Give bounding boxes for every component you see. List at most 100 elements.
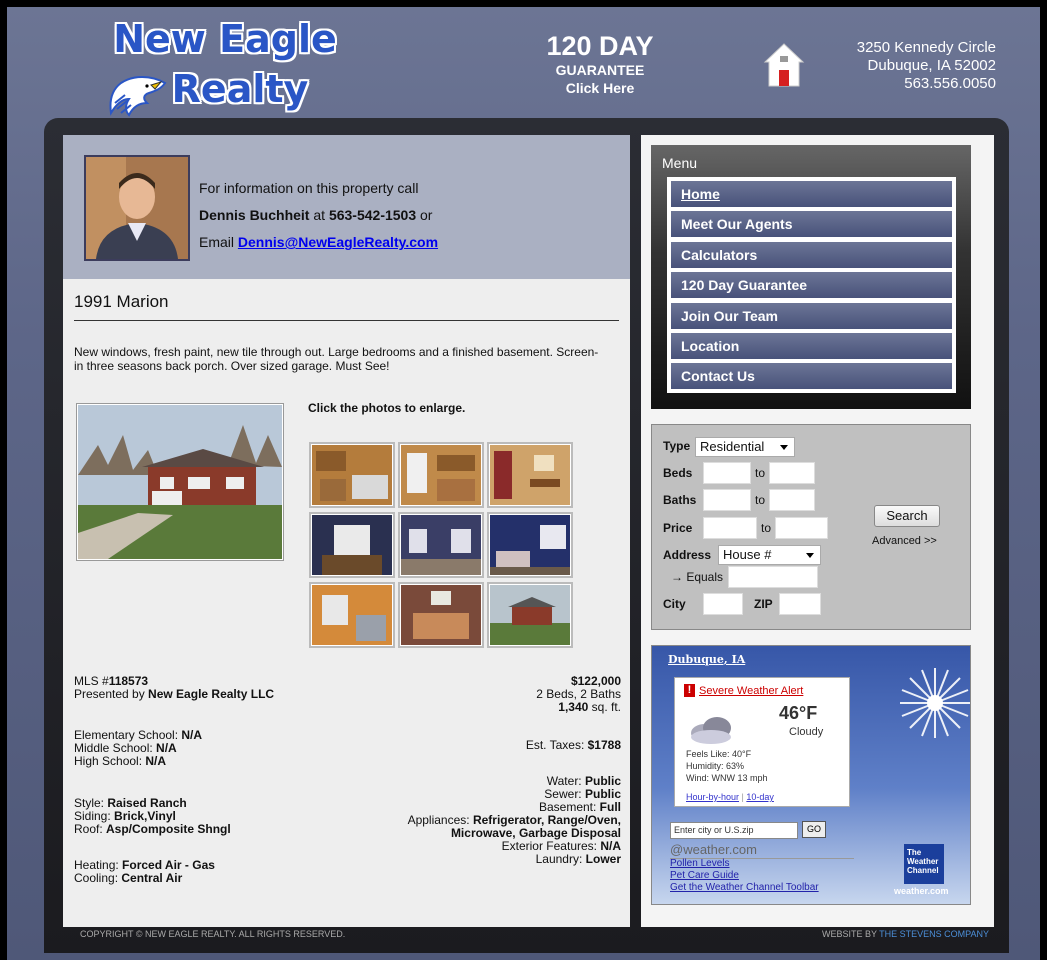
equals-label: → Equals [671,570,724,584]
guarantee-days: 120 DAY [546,31,654,61]
menu-item-label: Meet Our Agents [681,216,793,233]
pollen-link[interactable]: Pollen Levels [670,858,819,870]
elem-school: N/A [181,728,203,742]
address-equals-input[interactable] [728,566,818,588]
thumb-dining[interactable] [487,442,573,508]
agent-contact-box: For information on this property call De… [63,135,630,279]
details-left: MLS #118573 Presented by New Eagle Realt… [74,675,374,885]
logo-text-line2: Realty [171,67,309,111]
chevron-down-icon [806,553,814,558]
menu-item-meet-agents[interactable]: Meet Our Agents [671,211,952,238]
thumb-kitchen-2[interactable] [398,442,484,508]
baths-to: to [755,493,766,507]
office-address: 3250 Kennedy Circle Dubuque, IA 52002 56… [857,39,996,93]
photo-note: Click the photos to enlarge. [308,401,466,415]
thumb-living-3[interactable] [487,512,573,578]
guarantee-cta[interactable]: Click Here [515,79,685,97]
high-school: N/A [145,754,167,768]
menu-item-join-team[interactable]: Join Our Team [671,302,952,329]
thumb-exterior[interactable] [487,582,573,648]
pet-care-link[interactable]: Pet Care Guide [670,870,819,882]
high-label: High School: [74,754,146,768]
menu-item-location[interactable]: Location [671,332,952,359]
credit-link[interactable]: THE STEVENS COMPANY [879,929,989,939]
agent-line: Dennis Buchheit at 563-542-1503 or [199,202,438,229]
sqft-unit: sq. ft. [588,700,621,714]
photo-thumbnails [309,442,575,648]
site-credit: WEBSITE BY THE STEVENS COMPANY [822,929,989,939]
hourly-link[interactable]: Hour-by-hour [686,792,739,802]
sewer-label: Sewer: [544,787,585,801]
thumb-living-2[interactable] [398,512,484,578]
thumb-kitchen-1[interactable] [309,442,395,508]
menu-item-home[interactable]: Home [671,181,952,207]
search-button[interactable]: Search [874,505,940,527]
basement-value: Full [599,800,621,814]
copyright: COPYRIGHT © NEW EAGLE REALTY. ALL RIGHTS… [80,929,346,939]
weather-condition: Cloudy [789,726,824,738]
presented-by: New Eagle Realty LLC [148,687,275,701]
property-description: New windows, fresh paint, new tile throu… [74,345,599,373]
weather-channel-logo[interactable]: The Weather Channel [904,844,944,884]
agent-info: For information on this property call De… [199,175,438,256]
zip-input[interactable] [779,593,821,615]
baths-min-input[interactable] [703,489,751,511]
weather-alert-link[interactable]: Severe Weather Alert [699,685,803,697]
house-icon [763,43,805,87]
weather-link-list: Pollen Levels Pet Care Guide Get the Wea… [670,858,819,894]
address-select[interactable]: House # [718,545,821,565]
agent-email-link[interactable]: Dennis@NewEagleRealty.com [238,234,438,250]
weather-go-button[interactable]: GO [802,821,826,838]
mls-label: MLS # [74,674,109,688]
weather-site-label: weather.com [894,886,949,896]
menu-item-label: Calculators [681,246,758,263]
ten-day-link[interactable]: 10-day [746,792,774,802]
baths-max-input[interactable] [769,489,815,511]
type-select[interactable]: Residential [695,437,795,457]
basement-label: Basement: [538,800,600,814]
price-label: Price [663,521,693,535]
thumb-bath[interactable] [309,582,395,648]
weather-city-link[interactable]: Dubuque, IA [668,653,745,666]
logo[interactable]: New Eagle Realty [105,17,345,117]
thumb-living-1[interactable] [309,512,395,578]
details-right: $122,000 2 Beds, 2 Baths 1,340 sq. ft. E… [361,675,621,866]
advanced-search-link[interactable]: Advanced >> [872,535,937,547]
elem-label: Elementary School: [74,728,182,742]
menu-item-calculators[interactable]: Calculators [671,241,952,268]
city-input[interactable] [703,593,743,615]
menu-list: Home Meet Our Agents Calculators 120 Day… [667,177,956,394]
agent-photo [84,155,190,261]
beds-label: Beds [663,466,693,480]
agent-phone: 563-542-1503 [328,207,417,223]
menu-item-guarantee[interactable]: 120 Day Guarantee [671,272,952,299]
price-min-input[interactable] [703,517,757,539]
presented-label: Presented by [74,687,149,701]
city-label: City [663,597,686,611]
weather-widget: Dubuque, IA ! Severe Weather Alert 46°F … [651,645,971,905]
menu-item-contact[interactable]: Contact Us [671,363,952,390]
appliances-value-2: Microwave, Garbage Disposal [450,826,621,840]
laundry-label: Laundry: [535,852,586,866]
baths-label: Baths [663,493,697,507]
heating-label: Heating: [74,858,123,872]
address-city: Dubuque, IA 52002 [867,57,996,74]
thumb-bedroom[interactable] [398,582,484,648]
beds-min-input[interactable] [703,462,751,484]
heating-value: Forced Air - Gas [122,858,215,872]
roof-value: Asp/Composite Shngl [106,822,231,836]
guarantee-banner[interactable]: 120 DAY GUARANTEE Click Here [515,31,685,97]
beds-max-input[interactable] [769,462,815,484]
cooling-value: Central Air [121,871,183,885]
menu-item-label: Location [681,337,740,354]
mls-number: 118573 [108,674,149,688]
taxes-value: $1788 [587,738,621,752]
toolbar-link[interactable]: Get the Weather Channel Toolbar [670,882,819,894]
property-main-photo[interactable] [76,403,284,561]
price-max-input[interactable] [775,517,828,539]
guarantee-label: GUARANTEE [555,62,645,78]
chevron-down-icon [780,445,788,450]
style-value: Raised Ranch [107,796,187,810]
weather-location-input[interactable]: Enter city or U.S.zip [670,822,798,839]
agent-or: or [416,207,433,223]
